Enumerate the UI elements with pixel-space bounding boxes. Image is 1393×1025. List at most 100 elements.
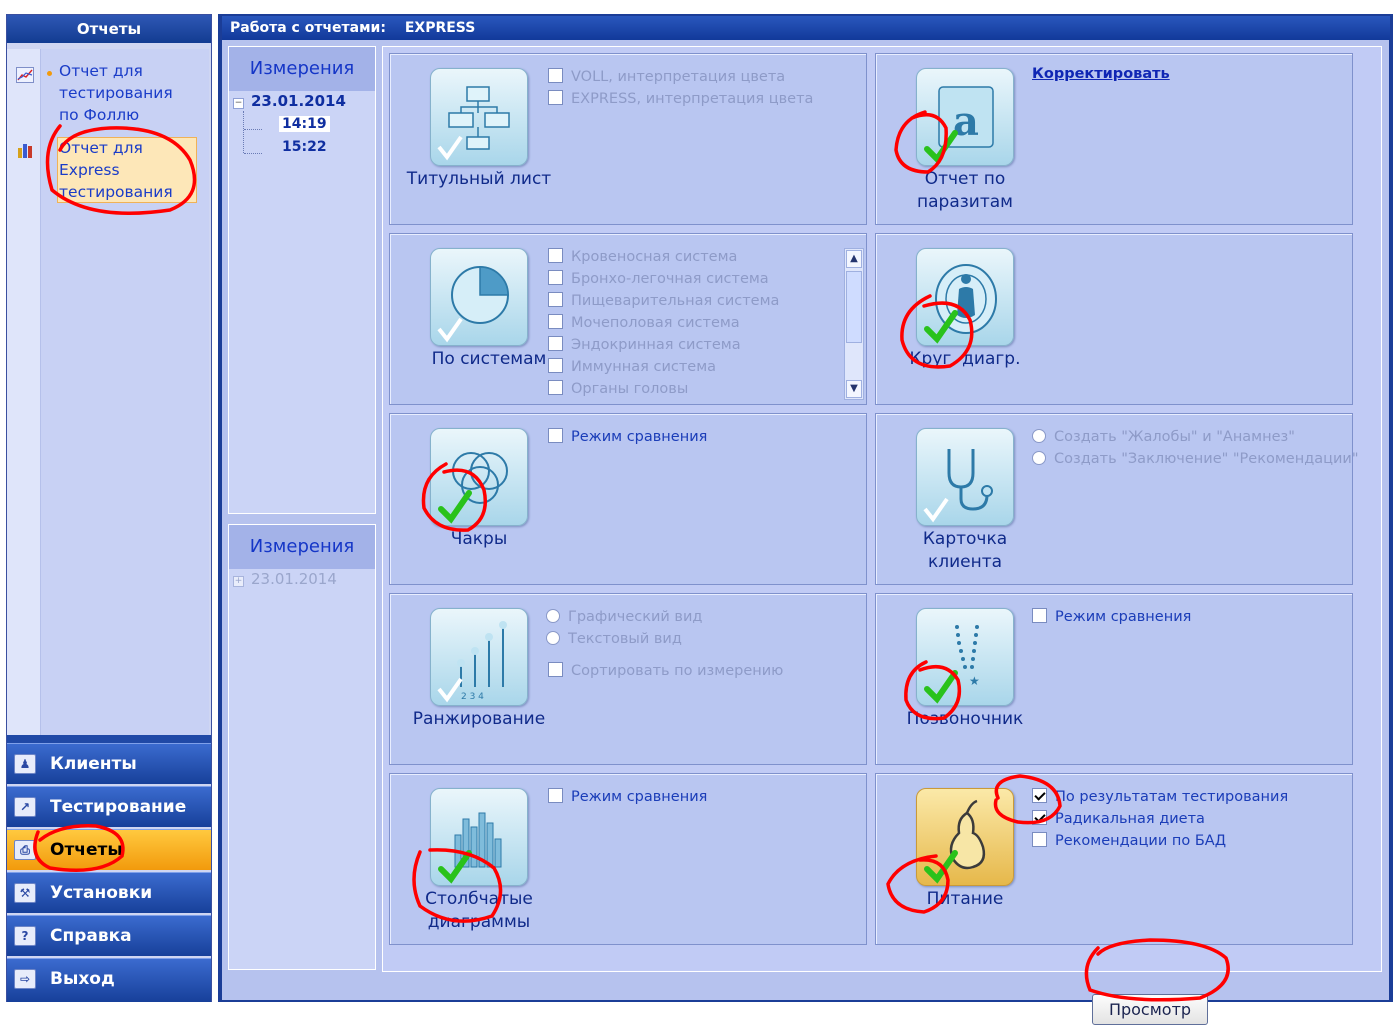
checkbox[interactable] xyxy=(548,662,563,677)
report-line: Отчет для xyxy=(59,62,143,80)
option-system[interactable]: Пищеварительная система xyxy=(548,290,779,312)
option-system[interactable]: Органы головы xyxy=(548,378,688,400)
option-system[interactable]: Мочеполовая система xyxy=(548,312,740,334)
card-parasites: a Отчет по паразитам Корректировать xyxy=(875,53,1353,225)
sidebar-splitter[interactable] xyxy=(7,735,211,743)
option-by-test-results[interactable]: По результатам тестирования xyxy=(1032,786,1288,808)
option-sort-by-measurement[interactable]: Сортировать по измерению xyxy=(548,660,783,682)
svg-text:★: ★ xyxy=(969,674,980,688)
title-page-icon[interactable] xyxy=(430,68,528,166)
option-system[interactable]: Эндокринная система xyxy=(548,334,741,356)
card-label: Карточка клиента xyxy=(922,529,1008,572)
checkbox[interactable] xyxy=(548,358,563,373)
checkbox[interactable] xyxy=(548,248,563,263)
measurement-date[interactable]: 23.01.2014 xyxy=(251,570,337,588)
option-supplement-recommendations[interactable]: Рекомендации по БАД xyxy=(1032,830,1226,852)
report-line: тестирования xyxy=(59,183,173,201)
option-system[interactable]: Бронхо-легочная система xyxy=(548,268,769,290)
chart-line-icon xyxy=(16,67,34,83)
systems-scrollbar[interactable]: ▲ ▼ xyxy=(844,248,864,400)
option-voll-color[interactable]: VOLL, интерпретация цвета xyxy=(548,66,785,88)
nav-testing-button[interactable]: ↗ Тестирование xyxy=(7,786,211,827)
bar-chart-icon xyxy=(18,144,32,158)
scroll-up-icon[interactable]: ▲ xyxy=(846,250,862,268)
report-line: тестирования xyxy=(59,84,173,102)
card-label: Отчет по паразитам xyxy=(917,169,1013,212)
tree-line xyxy=(244,129,262,130)
help-icon: ? xyxy=(14,926,36,946)
radio[interactable] xyxy=(546,609,560,623)
correct-link[interactable]: Корректировать xyxy=(1032,66,1170,82)
option-express-color[interactable]: EXPRESS, интерпретация цвета xyxy=(548,88,813,110)
option-system[interactable]: Иммунная система xyxy=(548,356,716,378)
card-title-page: Титульный лист VOLL, интерпретация цвета… xyxy=(389,53,867,225)
nav-exit-button[interactable]: ⇨ Выход xyxy=(7,958,211,1002)
compare-measurements-panel: Измерения + 23.01.2014 xyxy=(228,524,376,970)
option-create-conclusion[interactable]: Создать "Заключение" "Рекомендации" xyxy=(1032,448,1359,470)
checkbox[interactable] xyxy=(548,380,563,395)
testing-icon: ↗ xyxy=(14,797,36,817)
nav-reports-button[interactable]: ⎙ Отчеты xyxy=(7,829,211,870)
chakras-icon[interactable] xyxy=(430,428,528,526)
spine-icon[interactable]: ★ xyxy=(916,608,1014,706)
pear-icon[interactable] xyxy=(916,788,1014,886)
nav-clients-button[interactable]: ♟ Клиенты xyxy=(7,743,211,784)
checkbox[interactable] xyxy=(1032,608,1047,623)
option-compare-mode[interactable]: Режим сравнения xyxy=(548,786,707,808)
card-label: Титульный лист xyxy=(406,169,552,189)
header-mode: EXPRESS xyxy=(404,20,476,36)
checkbox[interactable] xyxy=(548,788,563,803)
clients-icon: ♟ xyxy=(14,754,36,774)
tree-collapse-icon[interactable]: − xyxy=(233,98,244,109)
report-workspace: Работа с отчетами: EXPRESS Измерения − 2… xyxy=(218,14,1393,1025)
tree-expand-icon[interactable]: + xyxy=(233,576,244,587)
card-chakras: Чакры Режим сравнения xyxy=(389,413,867,585)
checkbox[interactable] xyxy=(548,90,563,105)
bar-charts-icon[interactable] xyxy=(430,788,528,886)
svg-text:2 3 4: 2 3 4 xyxy=(461,692,484,702)
option-system[interactable]: Кровеносная система xyxy=(548,246,737,268)
option-compare-mode[interactable]: Режим сравнения xyxy=(1032,606,1191,628)
report-line: Express xyxy=(59,161,120,179)
checkbox[interactable] xyxy=(548,314,563,329)
report-item-express[interactable]: Отчет для Express тестирования xyxy=(59,137,173,203)
card-label: Круг. диагр. xyxy=(909,349,1021,369)
card-label: Позвоночник xyxy=(906,709,1024,729)
checkbox[interactable] xyxy=(548,428,563,443)
ranking-icon[interactable]: 2 3 4 xyxy=(430,608,528,706)
scroll-thumb[interactable] xyxy=(846,271,862,343)
nav-settings-button[interactable]: ⚒ Установки xyxy=(7,872,211,913)
option-radical-diet[interactable]: Радикальная диета xyxy=(1032,808,1205,830)
checkbox[interactable] xyxy=(548,292,563,307)
view-button[interactable]: Просмотр xyxy=(1092,994,1208,1025)
systems-icon[interactable] xyxy=(430,248,528,346)
checkbox-checked[interactable] xyxy=(1032,788,1047,803)
checkbox[interactable] xyxy=(548,270,563,285)
measurement-time[interactable]: 14:19 xyxy=(279,116,330,132)
circle-diagram-icon[interactable] xyxy=(916,248,1014,346)
checkbox[interactable] xyxy=(548,336,563,351)
sidebar-title: Отчеты xyxy=(7,15,211,43)
tree-line xyxy=(244,153,262,154)
scroll-down-icon[interactable]: ▼ xyxy=(846,380,862,398)
option-graphic-view[interactable]: Графический вид xyxy=(546,606,702,628)
measurement-time[interactable]: 15:22 xyxy=(282,139,327,155)
radio[interactable] xyxy=(546,631,560,645)
checkbox[interactable] xyxy=(548,68,563,83)
option-compare-mode[interactable]: Режим сравнения xyxy=(548,426,707,448)
measurement-date[interactable]: 23.01.2014 xyxy=(251,92,346,110)
card-spine: ★ Позвоночник Режим сравнения xyxy=(875,593,1353,765)
stethoscope-icon[interactable] xyxy=(916,428,1014,526)
report-item-voll[interactable]: Отчет для тестирования по Фоллю xyxy=(59,60,173,126)
parasites-icon[interactable]: a xyxy=(916,68,1014,166)
card-systems: По системам Кровеносная система Бронхо-л… xyxy=(389,233,867,405)
nav-help-button[interactable]: ? Справка xyxy=(7,915,211,956)
radio[interactable] xyxy=(1032,451,1046,465)
radio[interactable] xyxy=(1032,429,1046,443)
option-create-complaints[interactable]: Создать "Жалобы" и "Анамнез" xyxy=(1032,426,1295,448)
checkbox[interactable] xyxy=(1032,832,1047,847)
nav-label: Выход xyxy=(50,969,115,989)
settings-icon: ⚒ xyxy=(14,883,36,903)
checkbox-checked[interactable] xyxy=(1032,810,1047,825)
option-text-view[interactable]: Текстовый вид xyxy=(546,628,682,650)
